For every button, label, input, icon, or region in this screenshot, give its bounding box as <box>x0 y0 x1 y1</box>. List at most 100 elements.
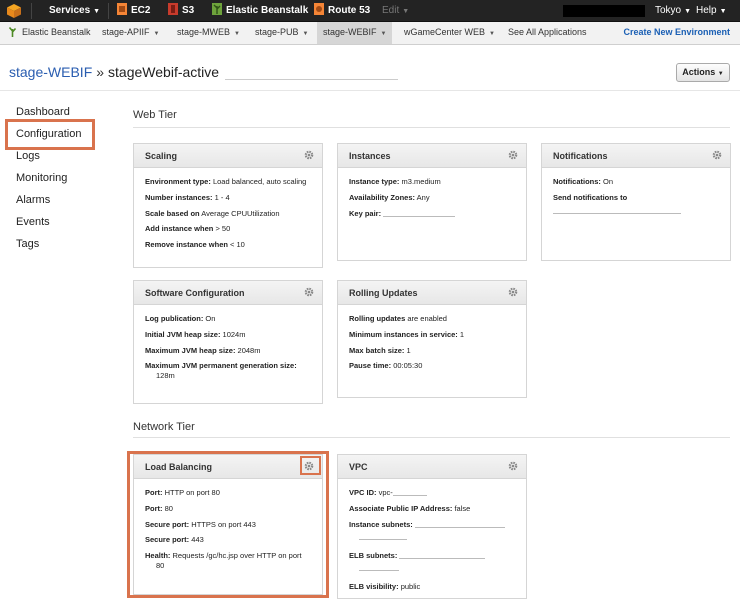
route53-shortcut[interactable]: Route 53 <box>314 0 370 22</box>
chevron-down-icon: ▼ <box>234 31 240 37</box>
redacted-account-name[interactable] <box>563 5 645 17</box>
redacted-vpc-id <box>392 488 427 496</box>
region-label: Tokyo <box>655 5 682 16</box>
gear-icon[interactable] <box>508 150 518 160</box>
setting-value: Any <box>416 192 430 202</box>
tab-stage-apiif[interactable]: stage-APIIF ▼ <box>96 22 165 44</box>
setting-value: > 50 <box>215 224 231 234</box>
sidebar-item-monitoring[interactable]: Monitoring <box>16 170 81 192</box>
gear-icon[interactable] <box>508 461 518 471</box>
setting-value: On <box>603 177 614 186</box>
redacted-subnet <box>359 532 407 540</box>
tab-elastic-beanstalk[interactable]: Elastic Beanstalk <box>2 22 97 44</box>
elastic-beanstalk-icon <box>8 26 17 37</box>
sidebar-item-events[interactable]: Events <box>16 214 81 236</box>
setting-row: Minimum instances in service: 1 <box>349 330 515 340</box>
gear-icon[interactable] <box>304 287 314 297</box>
setting-row <box>553 206 719 216</box>
setting-row: Pause time: 00:05:30 <box>349 361 515 371</box>
setting-row: Key pair: <box>349 209 515 219</box>
setting-label: Maximum JVM permanent generation size: <box>145 361 297 371</box>
sidebar-item-tags[interactable]: Tags <box>16 236 81 258</box>
setting-label: Minimum instances in service: <box>349 329 458 339</box>
setting-row: Number instances: 1 - 4 <box>145 193 311 203</box>
setting-value: 1 <box>406 345 411 355</box>
help-label: Help <box>696 5 717 16</box>
tab-stage-webif[interactable]: stage-WEBIF ▼ <box>317 22 392 44</box>
panel-header: Scaling <box>134 144 322 168</box>
chevron-down-icon: ▼ <box>719 8 727 15</box>
ec2-shortcut[interactable]: EC2 <box>117 0 150 22</box>
edit-menu[interactable]: Edit ▼ <box>382 0 409 22</box>
tab-label: stage-APIIF <box>102 27 150 37</box>
setting-value: vpc- <box>378 488 393 497</box>
page-title: stage-WEBIF» stageWebif-active <box>9 64 399 82</box>
tab-stage-mweb[interactable]: stage-MWEB ▼ <box>171 22 246 44</box>
setting-label: Maximum JVM heap size: <box>145 345 236 355</box>
notification-email-value <box>553 206 681 214</box>
vpc-panel: VPC VPC ID: vpc- Associate Public IP Add… <box>337 454 527 599</box>
chevron-down-icon: ▼ <box>153 31 160 37</box>
tab-label: stage-MWEB <box>177 27 231 37</box>
region-menu[interactable]: Tokyo ▼ <box>655 0 691 22</box>
breadcrumb-separator: » <box>96 64 105 80</box>
route53-icon <box>314 3 324 15</box>
setting-label: Initial JVM heap size: <box>145 329 221 339</box>
elastic-beanstalk-shortcut[interactable]: Elastic Beanstalk <box>212 0 308 22</box>
s3-shortcut[interactable]: S3 <box>168 0 194 22</box>
panel-title: VPC <box>349 462 368 472</box>
chevron-down-icon: ▼ <box>93 8 101 15</box>
notifications-panel: Notifications Notifications: On Send not… <box>541 143 731 261</box>
setting-value: 1 - 4 <box>214 192 230 202</box>
application-navbar: Elastic Beanstalk stage-APIIF ▼ stage-MWE… <box>0 22 740 45</box>
setting-value: 00:05:30 <box>393 361 423 371</box>
services-menu[interactable]: Services ▼ <box>49 0 100 22</box>
software-configuration-panel: Software Configuration Log publication: … <box>133 280 323 404</box>
tab-stage-pub[interactable]: stage-PUB ▼ <box>249 22 314 44</box>
setting-row: Notifications: On <box>553 177 719 187</box>
panel-header: VPC <box>338 455 526 479</box>
gear-icon[interactable] <box>712 150 722 160</box>
actions-button[interactable]: Actions ▼ <box>676 63 730 82</box>
setting-value: Average CPUUtilization <box>201 208 280 218</box>
instances-panel: Instances Instance type: m3.medium Avail… <box>337 143 527 261</box>
application-link[interactable]: stage-WEBIF <box>9 64 92 80</box>
see-all-applications-link[interactable]: See All Applications <box>502 22 593 44</box>
setting-value: Load balanced, auto scaling <box>212 177 307 186</box>
setting-label: Instance type: <box>349 177 400 186</box>
setting-row: Environment type: Load balanced, auto sc… <box>145 177 311 187</box>
elastic-beanstalk-icon <box>212 3 222 15</box>
tab-label: Elastic Beanstalk <box>22 27 91 37</box>
setting-label: Instance subnets: <box>349 519 413 529</box>
tab-wgamecenter-web[interactable]: wGameCenter WEB ▼ <box>398 22 501 44</box>
gear-highlight-box <box>300 456 321 475</box>
environment-description-field[interactable] <box>225 68 399 80</box>
setting-label: Notifications: <box>553 177 601 186</box>
create-new-environment-link[interactable]: Create New Environment <box>623 22 730 43</box>
tab-label: stage-PUB <box>255 27 299 37</box>
setting-label: Rolling updates <box>349 314 406 323</box>
setting-label: Pause time: <box>349 361 392 371</box>
gear-icon[interactable] <box>508 287 518 297</box>
setting-label: Log publication: <box>145 314 204 323</box>
elb-subnets-value <box>399 551 486 559</box>
configuration-highlight-box <box>5 119 95 150</box>
setting-row: Scale based on Average CPUUtilization <box>145 209 311 219</box>
setting-value: 2048m <box>237 345 261 355</box>
setting-label: ELB subnets: <box>349 550 398 560</box>
chevron-down-icon: ▼ <box>302 31 309 37</box>
setting-label: Number instances: <box>145 192 213 202</box>
sidebar-item-logs[interactable]: Logs <box>16 148 81 170</box>
chevron-down-icon: ▼ <box>402 8 410 15</box>
panel-title: Software Configuration <box>145 288 245 298</box>
sidebar-item-alarms[interactable]: Alarms <box>16 192 81 214</box>
web-tier-heading: Web Tier <box>133 109 177 121</box>
help-menu[interactable]: Help ▼ <box>696 0 727 22</box>
scaling-panel: Scaling Environment type: Load balanced,… <box>133 143 323 268</box>
setting-value: are enabled <box>407 314 447 323</box>
ec2-label: EC2 <box>131 5 151 16</box>
aws-logo-icon[interactable] <box>6 3 22 19</box>
setting-row: Initial JVM heap size: 1024m <box>145 330 311 340</box>
setting-row: ELB visibility: public <box>349 582 515 592</box>
gear-icon[interactable] <box>304 150 314 160</box>
